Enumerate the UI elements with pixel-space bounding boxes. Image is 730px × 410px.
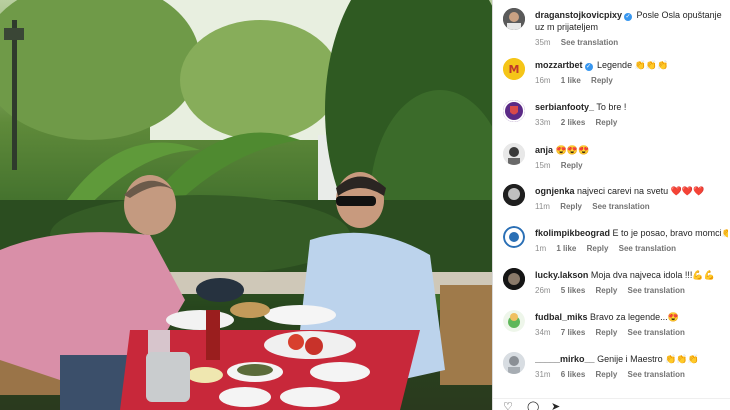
comment-fkolimpikbeograd: fkolimpikbeograd E to je posao, bravo mo… xyxy=(503,226,730,260)
user-photo-icon xyxy=(503,268,525,290)
see-translation-link[interactable]: See translation xyxy=(619,244,676,253)
reply-button[interactable]: Reply xyxy=(596,370,618,379)
avatar[interactable] xyxy=(503,100,525,122)
author-avatar-icon xyxy=(503,8,525,30)
comment-mozzartbet: M mozzartbet ✓ Legende 👏👏👏 16m 1 like Rep… xyxy=(503,58,730,92)
comment-username[interactable]: serbianfooty_ xyxy=(535,102,594,112)
reply-button[interactable]: Reply xyxy=(591,76,613,85)
comment-time: 1m xyxy=(535,244,547,253)
mozzart-logo-icon: M xyxy=(503,58,525,80)
post-caption: draganstojkovicpixy ✓ Posle Osla opuštanj… xyxy=(503,8,730,48)
comment-username[interactable]: ognjenka xyxy=(535,186,575,196)
verified-icon: ✓ xyxy=(624,13,633,21)
comment-ognjenka: ognjenka najveci carevi na svetu ❤️❤️❤️ … xyxy=(503,184,730,218)
caption-time: 35m xyxy=(535,38,551,47)
comment-time: 26m xyxy=(535,286,551,295)
comment-text: Bravo za legende...😍 xyxy=(590,312,679,322)
comment-text: Legende 👏👏👏 xyxy=(597,60,669,70)
cartoon-avatar-icon xyxy=(503,310,525,332)
avatar[interactable]: M xyxy=(503,58,525,80)
comment-time: 34m xyxy=(535,328,551,337)
comment-likes[interactable]: 1 like xyxy=(556,244,576,253)
comment-icon[interactable]: ◯ xyxy=(527,400,539,410)
avatar[interactable] xyxy=(503,352,525,374)
verified-icon: ✓ xyxy=(584,63,593,71)
comment-text: 😍😍😍 xyxy=(555,145,590,155)
like-heart-icon[interactable]: ♡ xyxy=(503,400,513,410)
comment-time: 15m xyxy=(535,161,551,170)
comment-anja: anja 😍😍😍 15m Reply xyxy=(503,143,730,177)
post-photo[interactable] xyxy=(0,0,492,410)
comment-text: Moja dva najveca idola !!!💪💪 xyxy=(590,270,715,280)
comment-serbianfooty: serbianfooty_ To bre ! 33m 2 likes Reply xyxy=(503,100,730,134)
share-icon[interactable]: ➤ xyxy=(551,400,560,410)
comment-username[interactable]: mozzartbet xyxy=(535,60,583,70)
user-photo-icon xyxy=(503,143,525,165)
reply-button[interactable]: Reply xyxy=(596,328,618,337)
see-translation-link[interactable]: See translation xyxy=(592,202,649,211)
avatar[interactable] xyxy=(503,143,525,165)
comment-fudbal-miks: fudbal_miks Bravo za legende...😍 34m 7 l… xyxy=(503,310,730,344)
post-action-bar: ♡ ◯ ➤ xyxy=(493,398,730,410)
comment-username[interactable]: fudbal_miks xyxy=(535,312,588,322)
user-photo-icon xyxy=(503,184,525,206)
comment-likes[interactable]: 6 likes xyxy=(561,370,585,379)
comment-likes[interactable]: 1 like xyxy=(561,76,581,85)
reply-button[interactable]: Reply xyxy=(560,202,582,211)
comment-username[interactable]: fkolimpikbeograd xyxy=(535,228,610,238)
comment-time: 11m xyxy=(535,202,550,211)
see-translation-link[interactable]: See translation xyxy=(628,286,685,295)
avatar[interactable] xyxy=(503,226,525,248)
reply-button[interactable]: Reply xyxy=(596,286,618,295)
comment-likes[interactable]: 7 likes xyxy=(561,328,585,337)
reply-button[interactable]: Reply xyxy=(561,161,583,170)
comment-likes[interactable]: 2 likes xyxy=(561,118,585,127)
comment-username[interactable]: anja xyxy=(535,145,553,155)
comment-username[interactable]: _____mirko__ xyxy=(535,354,595,364)
shield-icon xyxy=(503,100,525,122)
see-translation-link[interactable]: See translation xyxy=(561,38,618,47)
comment-username[interactable]: lucky.lakson xyxy=(535,270,588,280)
club-crest-icon xyxy=(503,226,525,248)
user-photo-icon xyxy=(503,352,525,374)
avatar[interactable] xyxy=(503,268,525,290)
see-translation-link[interactable]: See translation xyxy=(628,370,685,379)
avatar[interactable] xyxy=(503,8,525,30)
avatar[interactable] xyxy=(503,184,525,206)
comment-text: najveci carevi na svetu ❤️❤️❤️ xyxy=(577,186,705,196)
comment-time: 31m xyxy=(535,370,551,379)
comment-text: E to je posao, bravo momci👏👏 xyxy=(612,228,728,238)
comment-mirko: _____mirko__ Genije i Maestro 👏👏👏 31m 6 … xyxy=(503,352,730,386)
see-translation-link[interactable]: See translation xyxy=(628,328,685,337)
avatar[interactable] xyxy=(503,310,525,332)
comment-time: 16m xyxy=(535,76,551,85)
comment-lucky-lakson: lucky.lakson Moja dva najveca idola !!!💪… xyxy=(503,268,730,302)
comments-panel: draganstojkovicpixy ✓ Posle Osla opuštanj… xyxy=(492,0,730,410)
svg-text:M: M xyxy=(509,63,520,76)
comment-likes[interactable]: 5 likes xyxy=(561,286,585,295)
reply-button[interactable]: Reply xyxy=(596,118,618,127)
photo-scene xyxy=(0,0,492,410)
comment-time: 33m xyxy=(535,118,551,127)
comment-text: Genije i Maestro 👏👏👏 xyxy=(597,354,699,364)
comment-text: To bre ! xyxy=(596,102,627,112)
reply-button[interactable]: Reply xyxy=(587,244,609,253)
author-username[interactable]: draganstojkovicpixy xyxy=(535,10,622,20)
